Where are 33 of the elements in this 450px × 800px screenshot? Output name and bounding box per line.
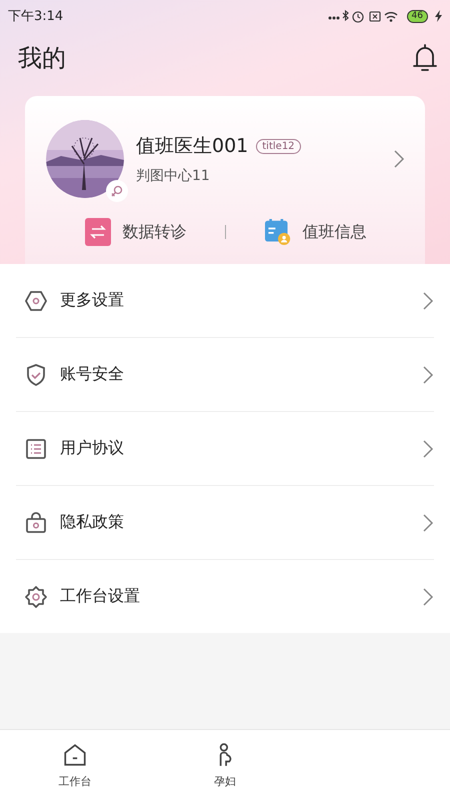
shortcut-link[interactable]: 值班信息	[302, 222, 366, 242]
chevron-right-icon	[393, 149, 405, 169]
hexagon-icon	[24, 288, 48, 312]
female-icon	[110, 184, 124, 198]
chevron-right-icon	[422, 290, 434, 310]
user-name: 值班医生001	[136, 134, 248, 159]
menu-item[interactable]: 账号安全	[16, 338, 434, 412]
settings-icon	[24, 584, 48, 608]
charging-icon	[435, 10, 442, 22]
tab[interactable]: 工作台	[0, 730, 150, 800]
transfer-icon	[84, 218, 110, 246]
menu-item[interactable]: 工作台设置	[16, 560, 434, 633]
status-time: 下午3:14	[8, 8, 64, 25]
notification-bell-icon[interactable]	[412, 43, 438, 73]
profile-card[interactable]: 值班医生001 title12 判图中心11 数据转诊 值班信息	[25, 96, 425, 264]
home-icon	[62, 742, 88, 768]
page-title: 我的	[18, 43, 66, 74]
menu-item[interactable]: 用户协议	[16, 412, 434, 486]
department-label: 判图中心11	[136, 167, 211, 185]
shield-check-icon	[24, 362, 48, 386]
list-icon	[24, 436, 48, 460]
menu-item[interactable]: 隐私政策	[16, 486, 434, 560]
battery-level: 46	[406, 10, 428, 22]
chevron-right-icon	[422, 512, 434, 532]
shortcut-link[interactable]: 数据转诊	[122, 222, 186, 242]
menu-item[interactable]: 更多设置	[16, 264, 434, 338]
bag-icon	[24, 510, 48, 534]
chevron-right-icon	[422, 364, 434, 384]
calendar-icon	[264, 218, 290, 246]
tab[interactable]: 孕妇	[150, 730, 300, 800]
title-tag: title12	[256, 138, 301, 154]
chevron-right-icon	[422, 438, 434, 458]
chevron-right-icon	[422, 586, 434, 606]
